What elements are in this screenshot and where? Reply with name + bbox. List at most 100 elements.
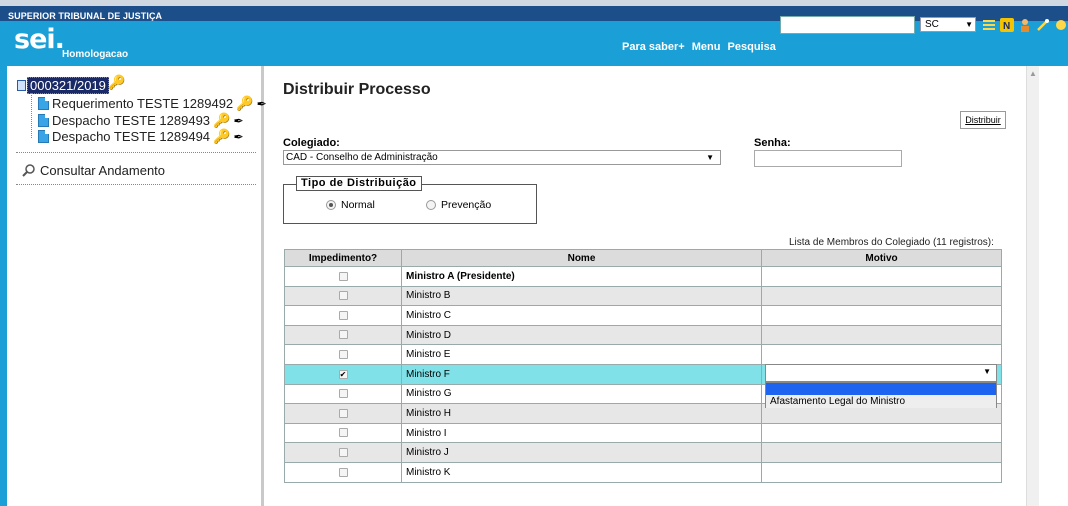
motivo-cell	[761, 324, 1002, 346]
tree-item-doc-3[interactable]: Despacho TESTE 1289494 🔑 ✒	[38, 128, 244, 145]
search-input[interactable]	[780, 16, 915, 34]
distribuir-button[interactable]: Distribuir	[960, 111, 1006, 129]
signature-pen-icon: ✒	[233, 129, 244, 144]
radio-normal-label: Normal	[341, 199, 375, 211]
key-icon: 🔑	[213, 128, 231, 144]
table-row: Ministro D	[284, 324, 1002, 346]
checkbox[interactable]	[338, 408, 348, 418]
tree-item-label: Despacho TESTE 1289494	[52, 129, 211, 144]
motivo-option-blank[interactable]	[766, 383, 996, 395]
header-motivo: Motivo	[761, 249, 1002, 267]
link-pesquisa[interactable]: Pesquisa	[728, 41, 776, 53]
tipo-distribuicao-legend: Tipo de Distribuição	[296, 176, 422, 191]
table-row: Ministro A (Presidente)	[284, 266, 1002, 287]
key-icon: 🔑	[236, 95, 254, 111]
unit-select-value: SC	[925, 19, 939, 30]
org-title: SUPERIOR TRIBUNAL DE JUSTIÇA	[8, 11, 163, 21]
motivo-option[interactable]: Afastamento Legal do Ministro	[766, 395, 996, 408]
impedimento-cell	[284, 403, 402, 424]
page-title: Distribuir Processo	[283, 81, 431, 98]
link-para-saber[interactable]: Para saber+	[622, 41, 685, 53]
checkbox[interactable]	[338, 350, 348, 360]
header-nome: Nome	[401, 249, 762, 267]
header-icons: N	[982, 16, 1068, 34]
impedimento-cell	[284, 461, 402, 483]
impedimento-cell	[284, 422, 402, 444]
checkbox[interactable]	[338, 467, 348, 477]
table-row: Ministro K	[284, 461, 1002, 483]
header-links: Para saber+ Menu Pesquisa	[622, 41, 780, 53]
checkbox-checked[interactable]: ✔	[338, 369, 348, 379]
colegiado-select[interactable]: CAD - Conselho de Administração ▼	[283, 150, 721, 165]
document-icon	[38, 114, 49, 127]
impedimento-cell	[284, 383, 402, 405]
radio-prevencao-label: Prevenção	[441, 199, 492, 211]
senha-field[interactable]	[754, 150, 902, 167]
environment-label: Homologacao	[62, 49, 129, 60]
tree-item-doc-1[interactable]: Requerimento TESTE 1289492 🔑 ✒	[38, 95, 267, 112]
motivo-cell	[761, 461, 1002, 483]
scroll-up-icon[interactable]: ▲	[1029, 69, 1037, 78]
sei-logo: sei.	[14, 24, 65, 55]
impedimento-cell	[284, 305, 402, 326]
impedimento-cell	[284, 344, 402, 365]
document-icon	[38, 97, 49, 110]
consultar-andamento-link[interactable]: Consultar Andamento	[22, 163, 165, 178]
checkbox[interactable]	[338, 310, 348, 320]
key-icon: 🔑	[213, 112, 231, 128]
tree-item-doc-2[interactable]: Despacho TESTE 1289493 🔑 ✒	[38, 112, 244, 129]
scrollbar[interactable]	[1026, 66, 1039, 506]
motivo-cell	[761, 285, 1002, 307]
key-icon: 🔑	[108, 74, 126, 90]
user-icon[interactable]	[1018, 18, 1032, 32]
process-number[interactable]: 000321/2019	[27, 77, 109, 94]
tools-icon[interactable]	[1036, 18, 1050, 32]
table-caption: Lista de Membros do Colegiado (11 regist…	[789, 237, 994, 248]
tree-connector	[31, 93, 32, 138]
radio-normal[interactable]: Normal	[326, 199, 375, 211]
nome-cell: Ministro E	[401, 344, 762, 365]
nome-cell: Ministro C	[401, 305, 762, 326]
radio-checked-icon	[326, 200, 336, 210]
table-row: Ministro E	[284, 344, 1002, 365]
search-icon	[22, 163, 35, 177]
signature-pen-icon: ✒	[233, 113, 244, 128]
nome-cell: Ministro H	[401, 403, 762, 424]
divider	[16, 184, 256, 185]
motivo-cell	[761, 266, 1002, 287]
nome-cell: Ministro J	[401, 442, 762, 463]
nome-cell: Ministro D	[401, 324, 762, 346]
motivo-select[interactable]: ▼	[765, 364, 997, 382]
exit-icon[interactable]	[1054, 18, 1068, 32]
chevron-down-icon: ▼	[983, 367, 991, 376]
chevron-down-icon: ▼	[706, 153, 714, 162]
table-row: Ministro B	[284, 285, 1002, 307]
motivo-cell	[761, 442, 1002, 463]
tree-item-label: Requerimento TESTE 1289492	[52, 96, 234, 111]
nome-cell: Ministro F	[401, 363, 762, 385]
document-icon	[38, 130, 49, 143]
consultar-label: Consultar Andamento	[40, 163, 166, 178]
checkbox[interactable]	[338, 291, 348, 301]
process-folder-icon	[17, 80, 26, 91]
link-menu[interactable]: Menu	[692, 41, 721, 53]
checkbox[interactable]	[338, 428, 348, 438]
unit-select[interactable]: SC ▼	[920, 17, 976, 32]
senha-label: Senha:	[754, 137, 791, 149]
impedimento-cell	[284, 266, 402, 287]
table-row: Ministro I	[284, 422, 1002, 444]
checkbox[interactable]	[338, 330, 348, 340]
impedimento-cell	[284, 442, 402, 463]
impedimento-cell: ✔	[284, 363, 402, 385]
checkbox[interactable]	[338, 448, 348, 457]
table-row: Ministro C	[284, 305, 1002, 326]
tree-item-label: Despacho TESTE 1289493	[52, 113, 211, 128]
news-icon[interactable]: N	[1000, 18, 1014, 32]
impedimento-cell	[284, 285, 402, 307]
checkbox[interactable]	[338, 271, 348, 281]
list-icon[interactable]	[982, 18, 996, 32]
nome-cell: Ministro G	[401, 383, 762, 405]
checkbox[interactable]	[338, 389, 348, 399]
right-gutter	[1039, 66, 1068, 506]
radio-prevencao[interactable]: Prevenção	[426, 199, 491, 211]
